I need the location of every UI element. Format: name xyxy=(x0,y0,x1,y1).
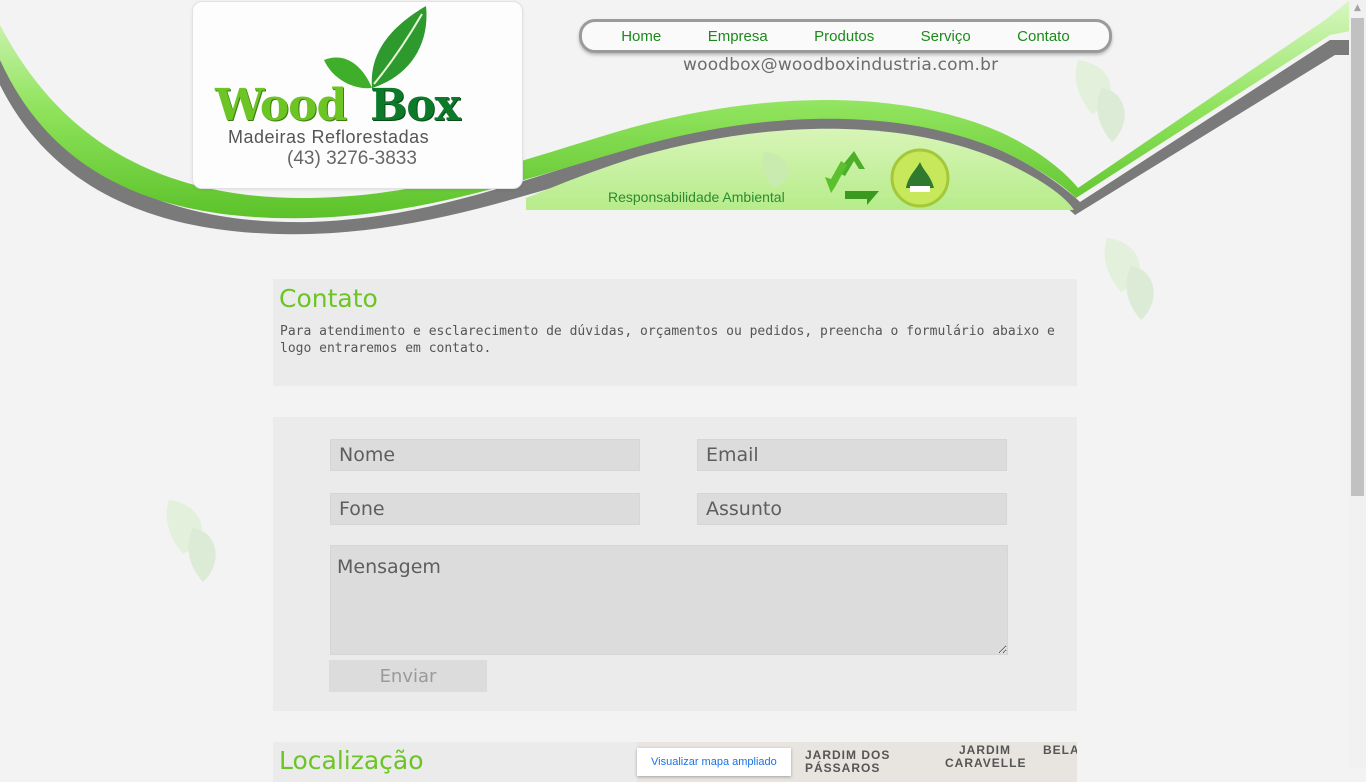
map-label: BELA xyxy=(1043,743,1077,757)
email-input[interactable] xyxy=(697,439,1007,471)
subject-input[interactable] xyxy=(697,493,1007,525)
nav-produtos[interactable]: Produtos xyxy=(814,28,874,45)
contact-intro-panel: Contato Para atendimento e esclareciment… xyxy=(273,279,1077,386)
map-label: JARDIM DOS xyxy=(805,748,891,762)
phone-input[interactable] xyxy=(330,493,640,525)
scroll-up-icon[interactable]: ▲ xyxy=(1349,0,1366,17)
contact-description: Para atendimento e esclarecimento de dúv… xyxy=(280,324,1055,356)
name-input[interactable] xyxy=(330,439,640,471)
nav-servico[interactable]: Serviço xyxy=(921,28,971,45)
decorative-leaf-icon xyxy=(762,152,789,188)
logo-phone: (43) 3276-3833 xyxy=(287,148,417,169)
map-embed[interactable]: JARDIM DOS PÁSSAROS JARDIM CARAVELLE BEL… xyxy=(637,742,1077,782)
message-textarea[interactable] xyxy=(330,545,1008,655)
send-button[interactable]: Enviar xyxy=(329,660,487,692)
globe-icon xyxy=(890,148,950,208)
decorative-leaf-icon xyxy=(1075,60,1125,142)
map-label: JARDIM xyxy=(959,743,1012,757)
location-panel: Localização JARDIM DOS PÁSSAROS JARDIM C… xyxy=(273,742,1077,782)
decorative-leaf-icon xyxy=(166,500,216,582)
responsibility-label: Responsabilidade Ambiental xyxy=(608,189,785,205)
main-nav: Home Empresa Produtos Serviço Contato xyxy=(579,19,1112,53)
recycle-icon xyxy=(825,151,879,205)
nav-contato[interactable]: Contato xyxy=(1017,28,1070,45)
nav-home[interactable]: Home xyxy=(621,28,661,45)
logo-word-wood: Wood xyxy=(215,80,347,131)
nav-empresa[interactable]: Empresa xyxy=(708,28,768,45)
decorative-leaf-icon xyxy=(1104,238,1154,320)
logo-subtitle: Madeiras Reflorestadas xyxy=(228,127,430,147)
map-label: PÁSSAROS xyxy=(805,761,881,775)
page-scrollbar[interactable]: ▲ xyxy=(1349,0,1366,768)
contact-title: Contato xyxy=(279,284,378,313)
view-larger-map-link[interactable]: Visualizar mapa ampliado xyxy=(637,748,791,776)
contact-form-panel: Enviar xyxy=(273,417,1077,711)
logo-word-box: Box xyxy=(370,80,461,131)
logo-leaf-icon xyxy=(324,6,427,89)
scroll-thumb[interactable] xyxy=(1351,18,1364,496)
header-email: woodbox@woodboxindustria.com.br xyxy=(683,55,999,75)
location-title: Localização xyxy=(279,746,424,775)
